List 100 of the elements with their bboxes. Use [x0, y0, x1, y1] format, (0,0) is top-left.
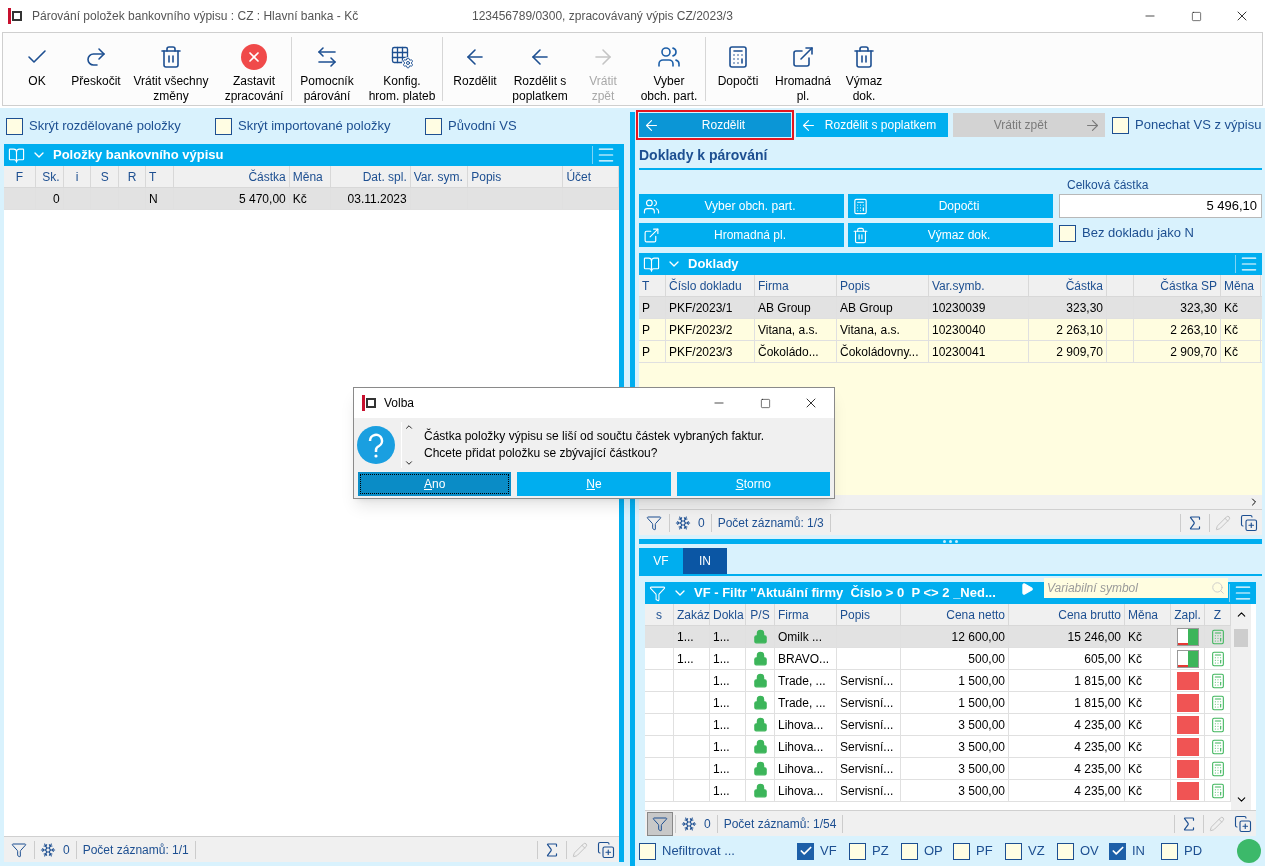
column-header[interactable]: Měna	[292, 167, 323, 186]
calculator-icon[interactable]	[1209, 628, 1226, 645]
column-header[interactable]: T	[148, 167, 157, 186]
dialog-button[interactable]: Ano	[358, 472, 512, 496]
checkbox[interactable]	[1057, 842, 1074, 860]
column-header[interactable]: T	[642, 276, 650, 295]
column-header[interactable]: Částka	[248, 167, 286, 186]
toolbar-button[interactable]: Pomocník párování	[292, 33, 362, 105]
edit-icon[interactable]	[572, 841, 588, 858]
column-header[interactable]: Měna	[1128, 605, 1159, 624]
book-icon[interactable]	[643, 255, 660, 273]
table-row[interactable]: P PKF/2023/2 Vitana, a.s. Vitana, a.s. 10230040 2 263,10 2 263,10 Kč	[639, 319, 1262, 341]
snowflake-icon[interactable]	[40, 841, 56, 858]
snowflake-icon[interactable]	[675, 514, 691, 531]
edit-icon[interactable]	[1209, 815, 1225, 832]
add-record-icon[interactable]	[1234, 814, 1252, 833]
table-row[interactable]: 1... Trade, ... Servisní... 1 500,00 1 815,00 Kč	[645, 692, 1231, 714]
calculator-icon[interactable]	[1209, 760, 1226, 777]
table-row[interactable]: 1... Lihova... Servisní... 3 500,00 4 235,00 Kč	[645, 736, 1231, 758]
column-header[interactable]: Dat. spl.	[362, 167, 407, 186]
checkbox[interactable]	[6, 117, 23, 135]
column-header[interactable]: F	[15, 167, 24, 186]
column-header[interactable]: Částka	[1065, 276, 1103, 295]
column-header[interactable]: Firma	[778, 605, 809, 624]
column-header[interactable]: Zapl.	[1174, 605, 1201, 624]
column-header[interactable]: Popis	[840, 605, 871, 624]
table-row[interactable]: 0 N 5 470,00 Kč 03.11.2023	[4, 188, 619, 210]
scroll-thumb[interactable]	[1234, 629, 1248, 647]
calculator-icon[interactable]	[1209, 650, 1226, 667]
checkbox[interactable]	[639, 842, 656, 860]
filter-icon[interactable]	[649, 584, 666, 602]
column-header[interactable]: Dokla	[713, 605, 744, 624]
snowflake-icon[interactable]	[681, 815, 697, 832]
calculator-icon[interactable]	[1209, 782, 1226, 799]
column-header[interactable]: Cena netto	[946, 605, 1005, 624]
checkbox[interactable]	[953, 842, 970, 860]
column-header[interactable]: S	[100, 167, 109, 186]
column-header[interactable]: Popis	[471, 167, 502, 186]
column-header[interactable]: Z	[1213, 605, 1222, 624]
book-icon[interactable]	[8, 146, 25, 164]
toolbar-button[interactable]: Vyber obch. part.	[633, 33, 705, 105]
horizontal-scrollbar[interactable]	[639, 495, 1262, 509]
column-header[interactable]: Číslo dokladu	[669, 276, 742, 295]
column-header[interactable]: Var. sym.	[413, 167, 463, 186]
tab[interactable]: IN	[683, 548, 727, 574]
toolbar-button[interactable]: Zastavit zpracování	[217, 33, 291, 105]
column-header[interactable]: Firma	[758, 276, 789, 295]
checkbox[interactable]	[215, 117, 232, 135]
column-header[interactable]: Měna	[1224, 276, 1255, 295]
calculator-icon[interactable]	[1209, 716, 1226, 733]
column-header[interactable]: Účet	[566, 167, 592, 186]
checkbox[interactable]	[1059, 224, 1076, 242]
toolbar-button[interactable]: Rozdělit s poplatkem	[507, 33, 573, 105]
toolbar-button[interactable]: Hromadná pl.	[770, 33, 836, 105]
add-record-icon[interactable]	[1240, 513, 1258, 532]
table-row[interactable]: 1... Lihova... Servisní... 3 500,00 4 235,00 Kč	[645, 714, 1231, 736]
vertical-scrollbar[interactable]	[1231, 604, 1251, 810]
edit-icon[interactable]	[1215, 514, 1231, 531]
table-row[interactable]: P PKF/2023/1 AB Group AB Group 10230039 323,30 323,30 Kč	[639, 297, 1262, 319]
add-record-icon[interactable]	[597, 840, 615, 859]
column-header[interactable]: Zakáz	[677, 605, 710, 624]
checkbox[interactable]	[1005, 842, 1022, 860]
column-header[interactable]: P/S	[750, 605, 770, 624]
checkbox[interactable]	[849, 842, 866, 860]
table-row[interactable]: 1... 1... Omilk ... 12 600,00 15 246,00 Kč	[645, 626, 1231, 648]
table-row[interactable]: 1... Lihova... Servisní... 3 500,00 4 235,00 Kč	[645, 780, 1231, 802]
play-icon[interactable]	[1020, 582, 1034, 596]
toolbar-button[interactable]: Konfig. hrom. plateb	[362, 33, 442, 105]
table-row[interactable]: 1... 1... BRAVO... 500,00 605,00 Kč	[645, 648, 1231, 670]
checkbox[interactable]	[1112, 116, 1129, 134]
table-cell-text: 3 500,00	[958, 760, 1005, 778]
column-header[interactable]: s	[656, 605, 662, 624]
checkbox[interactable]	[1161, 842, 1178, 860]
scroll-arrows[interactable]	[401, 422, 414, 468]
column-header[interactable]: Sk.	[42, 167, 60, 186]
column-header[interactable]: i	[75, 167, 79, 186]
column-header[interactable]: Popis	[840, 276, 871, 295]
table-row[interactable]: 1... Trade, ... Servisní... 1 500,00 1 815,00 Kč	[645, 670, 1231, 692]
toolbar-button[interactable]: Vrátit všechny změny	[125, 33, 217, 105]
total-amount-field[interactable]: 5 496,10	[1059, 194, 1262, 218]
checkbox[interactable]	[425, 117, 442, 135]
lock-icon	[752, 717, 768, 732]
column-header[interactable]: R	[127, 167, 137, 186]
calculator-icon[interactable]	[1209, 694, 1226, 711]
toolbar-button[interactable]: Přeskočit	[67, 33, 125, 105]
toolbar-button[interactable]: Výmaz dok.	[836, 33, 892, 105]
toolbar-button[interactable]: OK	[7, 33, 67, 105]
column-header[interactable]: Částka SP	[1160, 276, 1217, 295]
table-row[interactable]: 1... Lihova... Servisní... 3 500,00 4 235,00 Kč	[645, 758, 1231, 780]
toolbar-button[interactable]: Dopočti	[706, 33, 770, 105]
table-row[interactable]: P PKF/2023/3 Čokoládo... Čokoládovny... 10230041 2 909,70 2 909,70 Kč	[639, 341, 1262, 363]
checkbox[interactable]	[901, 842, 918, 860]
toolbar-button[interactable]: Rozdělit	[443, 33, 507, 105]
column-header[interactable]: Cena brutto	[1058, 605, 1121, 624]
filter-button[interactable]	[647, 811, 673, 836]
column-header[interactable]: Var.symb.	[932, 276, 985, 295]
calculator-icon[interactable]	[1209, 672, 1226, 689]
checkbox[interactable]	[797, 842, 814, 860]
checkbox[interactable]	[1109, 842, 1126, 860]
calculator-icon[interactable]	[1209, 738, 1226, 755]
